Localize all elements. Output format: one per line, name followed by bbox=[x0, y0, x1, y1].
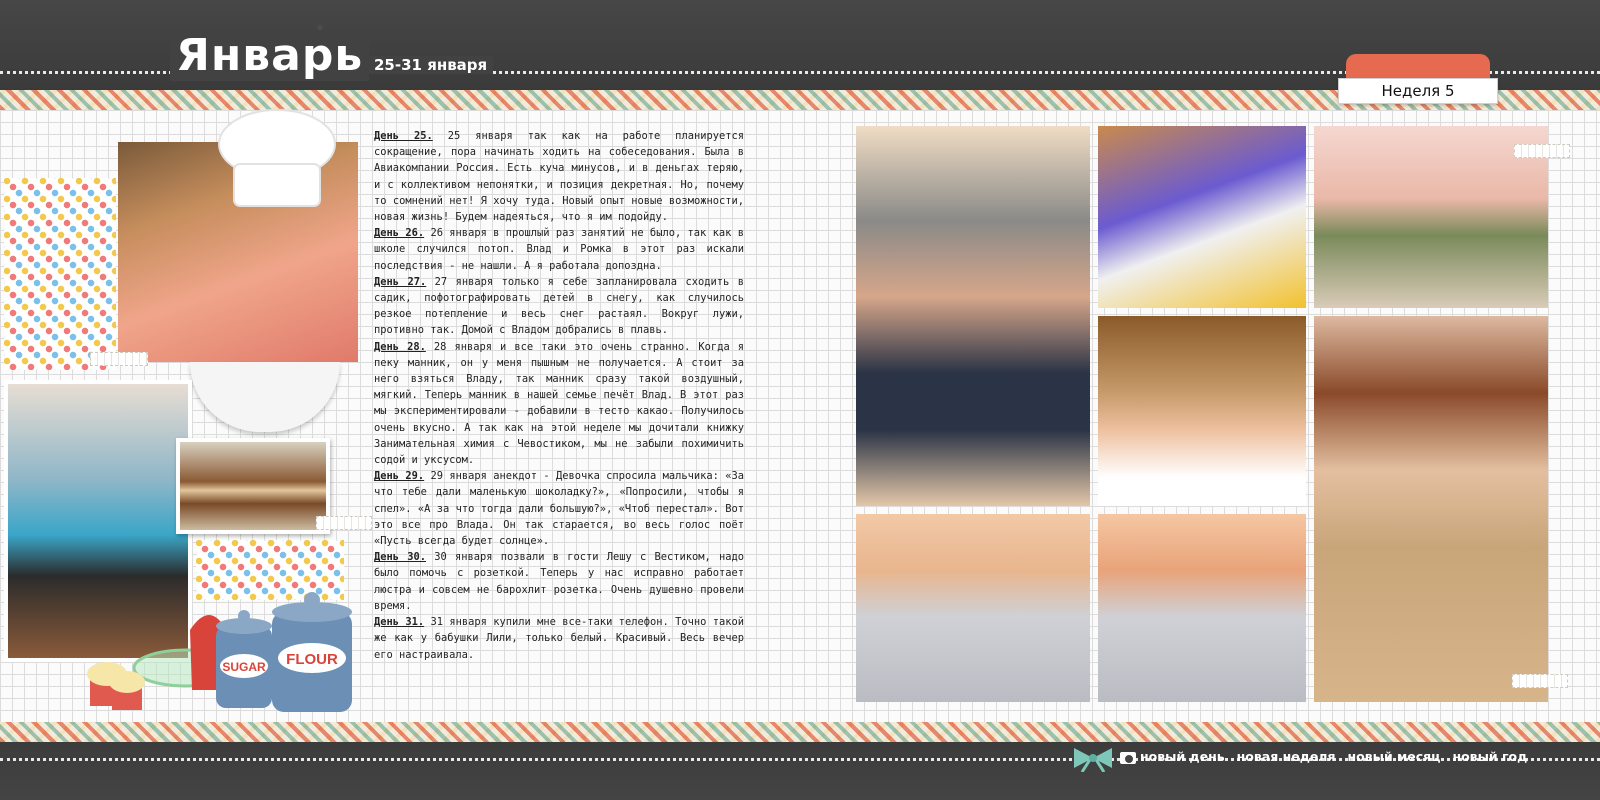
date-range: 25-31 января bbox=[368, 56, 494, 74]
bottom-plaid-ribbon bbox=[0, 722, 1600, 742]
journal-day-label: День 28. bbox=[374, 340, 426, 353]
washi-tape bbox=[1512, 674, 1568, 688]
flour-jar-icon: FLOUR bbox=[272, 592, 352, 712]
photo-boy-playing-toys bbox=[1314, 316, 1548, 702]
chef-hat-icon bbox=[218, 109, 336, 207]
flour-label: FLOUR bbox=[286, 651, 338, 668]
photo-boy-knight bbox=[856, 126, 1090, 506]
nav-new-month[interactable]: новый месяц bbox=[1348, 749, 1441, 764]
journal-day-label: День 25. bbox=[374, 130, 433, 142]
washi-tape bbox=[1514, 144, 1570, 158]
photo-toys-closeup bbox=[1314, 126, 1548, 308]
kitchen-jars-illustration: SUGAR FLOUR bbox=[87, 592, 352, 712]
photo-boy-in-sack bbox=[856, 514, 1090, 702]
nav-new-day[interactable]: новый день bbox=[1140, 749, 1225, 764]
footer-nav: новый день новая неделя новый месяц новы… bbox=[1140, 749, 1527, 764]
photo-boy-portrait bbox=[1098, 316, 1306, 506]
polka-dot-paper bbox=[4, 178, 116, 370]
journal-day-label: День 26. bbox=[374, 227, 425, 240]
journal-day-label: День 31. bbox=[374, 616, 425, 629]
photo-boy-sack-smiling bbox=[1098, 514, 1306, 702]
journal-entry: 27 января только я себе запланировала сх… bbox=[374, 275, 744, 337]
camera-icon bbox=[1120, 752, 1136, 764]
journal-day-label: День 30. bbox=[374, 551, 427, 564]
photo-boy-lying bbox=[1098, 126, 1306, 308]
journal-entry: 29 января анекдот - Девочка спросила мал… bbox=[374, 470, 745, 548]
nav-new-year[interactable]: новый год bbox=[1452, 749, 1527, 764]
journal-entry: 25 января так как на работе планируется … bbox=[374, 130, 744, 224]
page-title: Январь bbox=[170, 30, 370, 81]
journal-day-label: День 27. bbox=[374, 275, 427, 288]
journal-day-label: День 29. bbox=[374, 470, 425, 483]
week-label: Неделя 5 bbox=[1338, 78, 1498, 104]
bow-icon bbox=[1074, 748, 1112, 772]
journal-entry: 28 января и все таки это очень странно. … bbox=[374, 340, 745, 467]
journal-entry: 31 января купили мне все-таки телефон. Т… bbox=[374, 616, 745, 661]
washi-tape bbox=[316, 516, 372, 530]
washi-tape bbox=[90, 352, 148, 366]
journal-entry: 26 января в прошлый раз занятий не было,… bbox=[374, 227, 744, 272]
photo-cake bbox=[176, 438, 330, 534]
nav-new-week[interactable]: новая неделя bbox=[1237, 749, 1336, 764]
week-tab: Неделя 5 bbox=[1338, 54, 1498, 104]
sugar-label: SUGAR bbox=[222, 660, 266, 674]
journal-text: День 25. 25 января так как на работе пла… bbox=[374, 128, 744, 663]
journal-entry: 30 января позвали в гости Лешу с Вестико… bbox=[374, 551, 744, 612]
sugar-jar-icon: SUGAR bbox=[216, 610, 272, 708]
